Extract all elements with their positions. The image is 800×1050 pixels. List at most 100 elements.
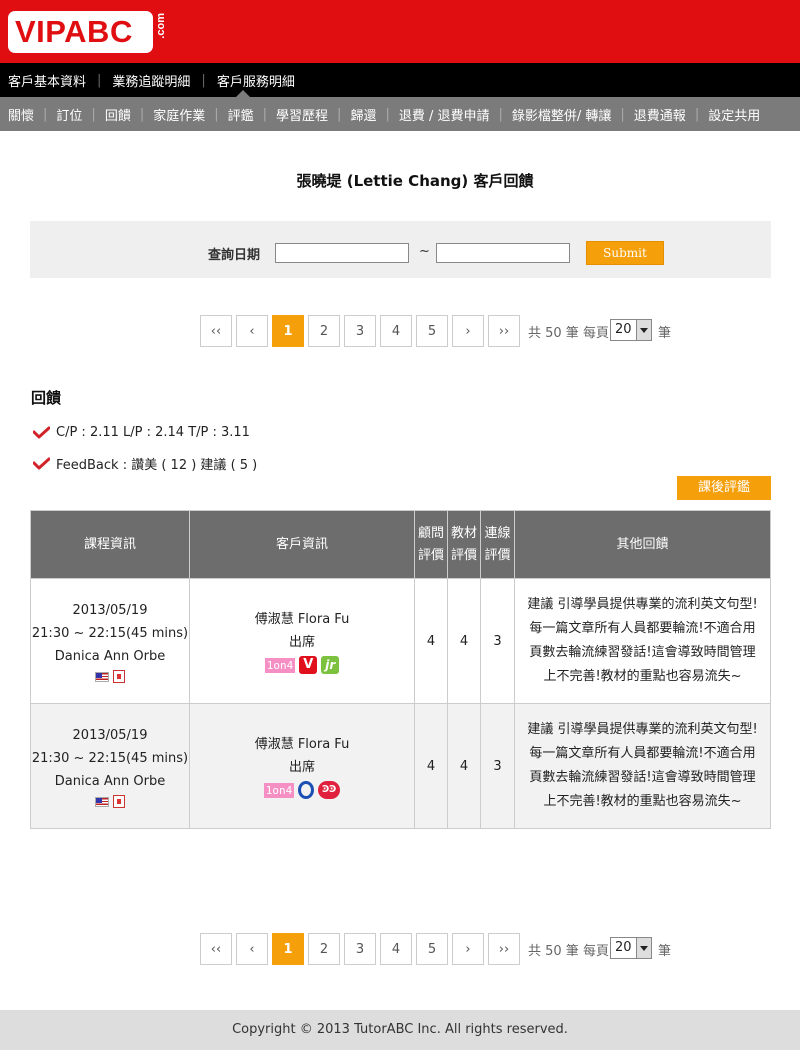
table-row: 2013/05/19 21:30 ~ 22:15(45 mins) Danica… [30,703,771,829]
secondary-nav: 關懷 | 訂位 | 回饋 | 家庭作業 | 評鑑 | 學習歷程 | 歸還 | 退… [0,97,800,131]
last-page-button[interactable]: ›› [488,933,520,965]
tab-shared-settings[interactable]: 設定共用 [708,105,760,124]
feedback-count-text: FeedBack : 讚美 ( 12 ) 建議 ( 5 ) [56,458,258,473]
feedback-section-title: 回饋 [31,389,62,407]
nav-customer-info[interactable]: 客戶基本資料 [8,71,86,90]
page-3-button[interactable]: 3 [344,315,376,347]
primary-nav: 客戶基本資料 | 業務追蹤明細 | 客戶服務明細 [0,63,800,97]
jr-logo-icon: jr [321,656,340,674]
tab-refund-report[interactable]: 退費通報 [634,105,686,124]
customer-info-cell: 傅淑慧 Flora Fu 出席 1on4 ϿϿ [189,703,415,829]
material-rating: 4 [447,703,481,829]
customer-name: 傅淑慧 Flora Fu [254,737,350,752]
document-icon[interactable] [113,795,125,808]
connection-rating: 3 [480,578,515,704]
session-time: 21:30 ~ 22:15(45 mins) [31,751,189,766]
header-bar: VIPABC .com [0,0,800,63]
o-logo-icon [298,781,315,799]
after-class-evaluation-button[interactable]: 課後評鑑 [677,476,771,500]
page-size-select[interactable]: 20 [610,937,652,959]
tab-feedback[interactable]: 回饋 [105,105,131,124]
attendance-status: 出席 [288,760,315,775]
page-1-button[interactable]: 1 [272,315,304,347]
nav-divider: | [694,106,700,122]
page-size-value: 20 [615,322,632,337]
consultant-rating: 4 [414,703,448,829]
nav-divider: | [385,106,390,122]
us-flag-icon [95,671,109,682]
table-header-row: 課程資訊 客戶資訊 顧問 評價 教材 評價 連線 評價 其他回饋 [30,510,771,579]
date-search-panel: 查詢日期 ~ Submit [30,221,771,278]
query-date-label: 查詢日期 [208,248,261,263]
page-size-unit: 筆 [658,944,672,959]
page-2-button[interactable]: 2 [308,315,340,347]
submit-button[interactable]: Submit [586,241,664,265]
consultant-name: Danica Ann Orbe [54,774,166,789]
page-5-button[interactable]: 5 [416,315,448,347]
header-other-feedback: 其他回饋 [514,510,771,579]
nav-sales-tracking[interactable]: 業務追蹤明細 [112,71,190,90]
pagination-bottom: ‹‹ ‹ 1 2 3 4 5 › ›› 共 50 筆 每頁 20 筆 [200,933,700,965]
course-info-cell: 2013/05/19 21:30 ~ 22:15(45 mins) Danica… [30,703,190,829]
tab-recording-merge[interactable]: 錄影檔整併/ 轉讓 [512,105,612,124]
tab-evaluation[interactable]: 評鑑 [228,105,254,124]
total-records-text: 共 50 筆 每頁 [528,944,609,959]
dropdown-arrow-icon [636,320,651,340]
logo-suffix: .com [155,13,167,39]
vipabc-logo[interactable]: VIPABC .com [8,11,168,53]
page-size-unit: 筆 [658,326,672,341]
red-logo-icon: ϿϿ [318,781,341,799]
document-icon[interactable] [113,670,125,683]
page-3-button[interactable]: 3 [344,933,376,965]
header-connection-rating: 連線 評價 [480,510,515,579]
page-5-button[interactable]: 5 [416,933,448,965]
next-page-button[interactable]: › [452,315,484,347]
date-to-input[interactable] [436,243,570,263]
page-2-button[interactable]: 2 [308,933,340,965]
total-records-text: 共 50 筆 每頁 [528,326,609,341]
pagination-top: ‹‹ ‹ 1 2 3 4 5 › ›› 共 50 筆 每頁 20 筆 [200,315,700,347]
page-4-button[interactable]: 4 [380,315,412,347]
date-from-input[interactable] [275,243,409,263]
header-material-rating: 教材 評價 [447,510,481,579]
other-feedback: 建議 引導學員提供專業的流利英文句型!每一篇文章所有人員都要輪流!不適合用頁數去… [514,703,771,829]
session-time: 21:30 ~ 22:15(45 mins) [31,626,189,641]
logo-text: VIPABC [15,14,133,49]
tab-care[interactable]: 關懷 [8,105,34,124]
nav-divider: | [91,106,96,122]
customer-info-cell: 傅淑慧 Flora Fu 出席 1on4 V jr [189,578,415,704]
tab-learning-history[interactable]: 學習歷程 [276,105,328,124]
nav-divider: | [262,106,268,122]
nav-customer-service[interactable]: 客戶服務明細 [217,71,295,90]
tab-refund[interactable]: 退費 / 退費申請 [399,105,490,124]
customer-name: 傅淑慧 Flora Fu [254,612,350,627]
page-4-button[interactable]: 4 [380,933,412,965]
consultant-rating: 4 [414,578,448,704]
last-page-button[interactable]: ›› [488,315,520,347]
prev-page-button[interactable]: ‹ [236,315,268,347]
checkmark-icon [33,457,50,470]
us-flag-icon [95,796,109,807]
tab-homework[interactable]: 家庭作業 [153,105,205,124]
other-feedback: 建議 引導學員提供專業的流利英文句型!每一篇文章所有人員都要輪流!不適合用頁數去… [514,578,771,704]
nav-divider: | [97,72,102,88]
page-1-button[interactable]: 1 [272,933,304,965]
footer-copyright: Copyright © 2013 TutorABC Inc. All right… [0,1010,800,1050]
connection-rating: 3 [480,703,515,829]
first-page-button[interactable]: ‹‹ [200,933,232,965]
page-size-value: 20 [615,940,632,955]
dropdown-arrow-icon [636,938,651,958]
prev-page-button[interactable]: ‹ [236,933,268,965]
page-size-select[interactable]: 20 [610,319,652,341]
nav-divider: | [214,106,219,122]
page-title: 張曉堤 (Lettie Chang) 客戶回饋 [296,172,534,190]
nav-divider: | [139,106,145,122]
1on4-badge: 1on4 [263,782,295,798]
first-page-button[interactable]: ‹‹ [200,315,232,347]
table-row: 2013/05/19 21:30 ~ 22:15(45 mins) Danica… [30,578,771,704]
nav-divider: | [201,72,206,88]
tab-return[interactable]: 歸還 [350,105,376,124]
next-page-button[interactable]: › [452,933,484,965]
nav-divider: | [498,106,503,122]
tab-booking[interactable]: 訂位 [56,105,82,124]
